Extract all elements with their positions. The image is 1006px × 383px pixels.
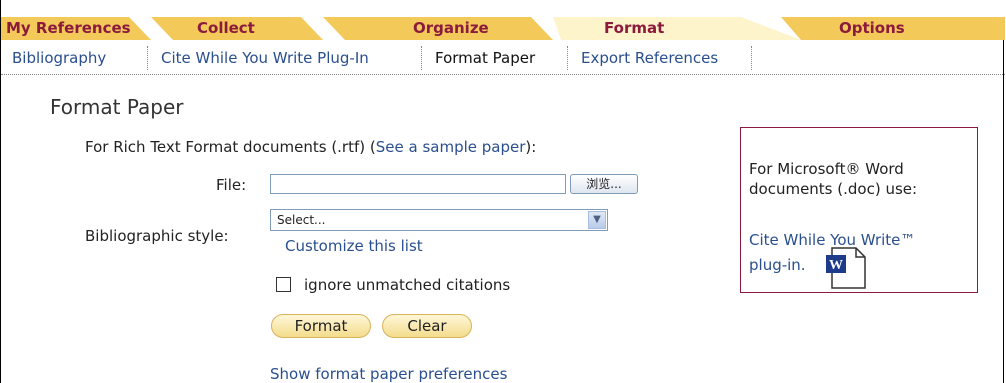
subnav-separator	[421, 46, 422, 70]
bibliographic-style-select[interactable]: Select... ▼	[270, 209, 608, 231]
cwyw-plugin-link[interactable]: plug-in.	[749, 256, 806, 274]
app-frame: My References Collect Organize Format Op…	[0, 0, 1005, 383]
format-button[interactable]: Format	[271, 314, 371, 338]
ignore-unmatched-label: ignore unmatched citations	[304, 276, 511, 294]
bibliographic-style-label: Bibliographic style:	[85, 227, 229, 245]
subnav-export-references[interactable]: Export References	[581, 49, 718, 67]
subnav-bibliography[interactable]: Bibliography	[12, 49, 106, 67]
page-title: Format Paper	[50, 95, 184, 119]
tab-bg-format	[553, 17, 801, 40]
panel-line-1: For Microsoft® Word	[749, 160, 904, 178]
bibliographic-style-selected: Select...	[277, 213, 326, 227]
rtf-intro: For Rich Text Format documents (.rtf) (S…	[85, 138, 536, 156]
tab-organize[interactable]: Organize	[413, 19, 489, 37]
subnav-cwyw[interactable]: Cite While You Write Plug-In	[161, 49, 369, 67]
sample-paper-link[interactable]: See a sample paper	[376, 138, 526, 156]
subnav-format-paper[interactable]: Format Paper	[435, 49, 535, 67]
word-document-icon[interactable]: W	[826, 247, 866, 289]
browse-button[interactable]: 浏览...	[570, 174, 638, 194]
tab-collect[interactable]: Collect	[197, 19, 255, 37]
show-preferences-link[interactable]: Show format paper preferences	[270, 365, 507, 383]
main-tab-bar: My References Collect Organize Format Op…	[1, 0, 1005, 40]
customize-list-link[interactable]: Customize this list	[285, 237, 423, 255]
file-label: File:	[216, 176, 247, 194]
tab-my-references[interactable]: My References	[6, 19, 131, 37]
tab-format[interactable]: Format	[604, 19, 664, 37]
rtf-intro-suffix: ):	[525, 138, 537, 156]
subnav-separator	[567, 46, 568, 70]
clear-button[interactable]: Clear	[382, 314, 472, 338]
file-path-input[interactable]	[270, 174, 566, 194]
panel-line-2: documents (.doc) use:	[749, 180, 918, 198]
subnav-separator	[751, 46, 752, 70]
ignore-unmatched-checkbox[interactable]	[276, 277, 291, 292]
svg-text:W: W	[829, 258, 843, 273]
tab-options[interactable]: Options	[839, 19, 905, 37]
chevron-down-icon[interactable]: ▼	[588, 211, 606, 229]
subnav-separator	[147, 46, 148, 70]
rtf-intro-prefix: For Rich Text Format documents (.rtf) (	[85, 138, 376, 156]
